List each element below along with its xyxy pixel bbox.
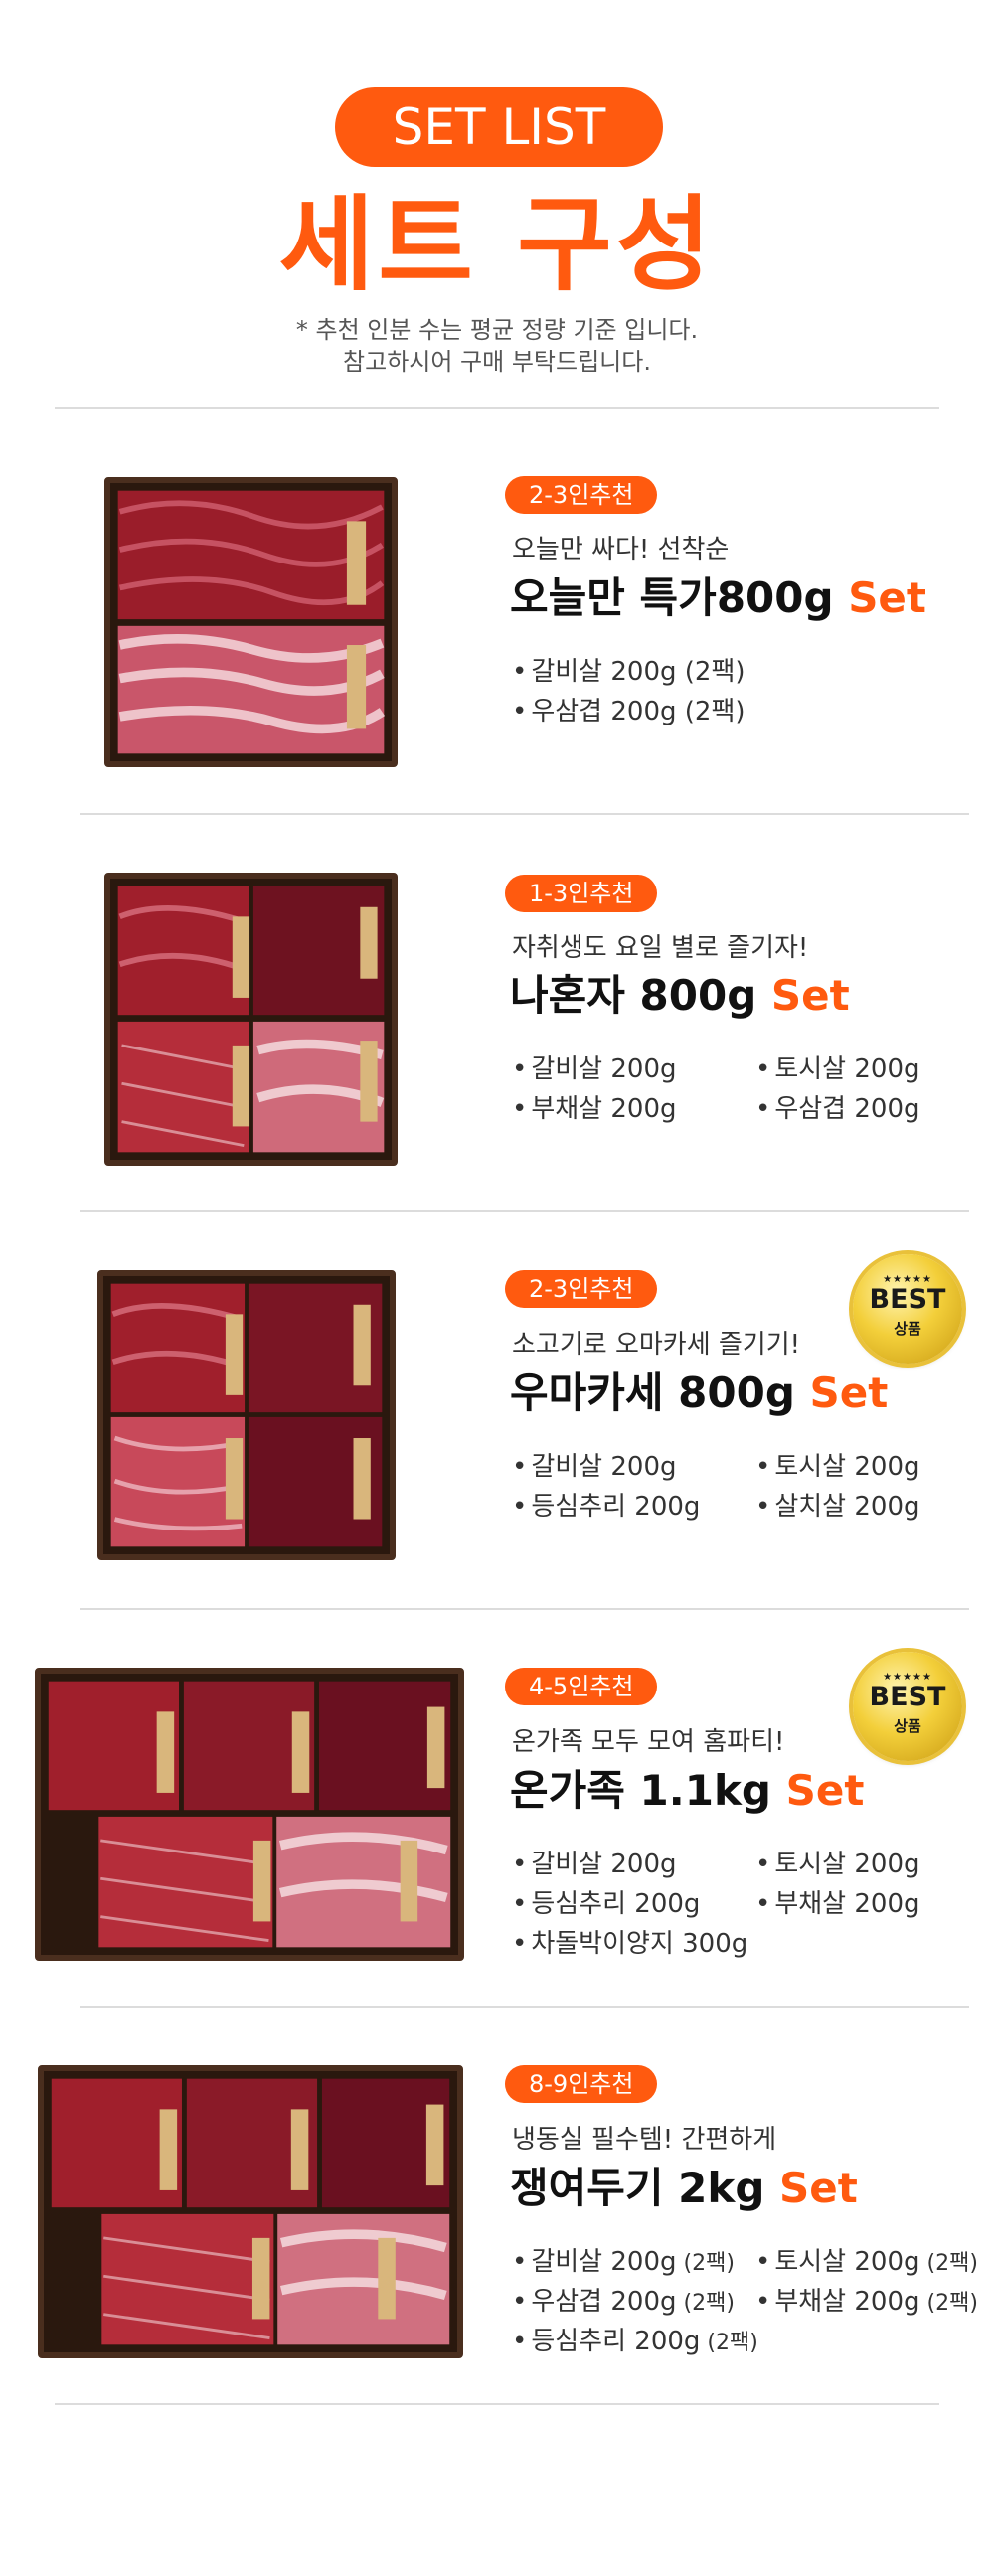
set-photo-5 <box>38 2065 463 2358</box>
serving-badge: 1-3인추천 <box>505 875 658 912</box>
divider <box>80 813 969 815</box>
best-sub: 상품 <box>894 1320 921 1338</box>
set-subtitle: 자취생도 요일 별로 즐기자! <box>512 933 809 963</box>
best-sub: 상품 <box>894 1717 921 1735</box>
best-word: BEST <box>869 1682 946 1712</box>
serving-note: * 추천 인분 수는 평균 정량 기준 입니다. <box>295 316 699 344</box>
divider <box>55 2403 939 2405</box>
set-item: 갈비살 200g <box>512 1048 676 1085</box>
set-subtitle: 냉동실 필수템! 간편하게 <box>512 2125 777 2155</box>
set-item: 갈비살 200g (2팩) <box>512 651 745 688</box>
set-item: 토시살 200g (2팩) <box>755 2241 978 2278</box>
divider <box>55 407 939 409</box>
set-title: 나혼자 800g Set <box>510 971 850 1020</box>
set-subtitle: 소고기로 오마카세 즐기기! <box>512 1330 801 1360</box>
divider <box>80 1210 969 1212</box>
set-list-pill: SET LIST <box>335 87 663 167</box>
set-item: 갈비살 200g <box>512 1446 676 1483</box>
set-subtitle: 온가족 모두 모여 홈파티! <box>512 1727 785 1757</box>
best-product-badge: ★★★★★ BEST 상품 <box>853 1652 962 1761</box>
set-item: 갈비살 200g (2팩) <box>512 2241 735 2278</box>
set-item: 우삼겹 200g (2팩) <box>512 691 745 727</box>
set-item: 토시살 200g <box>755 1048 919 1085</box>
serving-badge: 2-3인추천 <box>505 1270 658 1308</box>
set-item: 부채살 200g (2팩) <box>755 2281 978 2318</box>
set-photo-2 <box>104 873 398 1166</box>
set-title: 우마카세 800g Set <box>510 1368 889 1417</box>
best-word: BEST <box>869 1284 946 1315</box>
set-item: 토시살 200g <box>755 1446 919 1483</box>
purchase-note: 참고하시어 구매 부탁드립니다. <box>343 348 651 376</box>
set-item: 등심추리 200g <box>512 1486 700 1523</box>
set-title: 오늘만 특가800g Set <box>510 573 926 622</box>
set-item: 부채살 200g <box>512 1088 676 1125</box>
set-item: 살치살 200g <box>755 1486 919 1523</box>
set-subtitle: 오늘만 싸다! 선착순 <box>512 535 730 564</box>
set-photo-1 <box>104 477 398 767</box>
set-item: 차돌박이양지 300g <box>512 1923 747 1960</box>
set-item: 부채살 200g <box>755 1883 919 1920</box>
set-item: 우삼겹 200g <box>755 1088 919 1125</box>
serving-badge: 8-9인추천 <box>505 2065 658 2103</box>
divider <box>80 2006 969 2008</box>
set-item: 토시살 200g <box>755 1844 919 1880</box>
set-item: 우삼겹 200g (2팩) <box>512 2281 735 2318</box>
set-photo-3 <box>97 1270 396 1560</box>
serving-badge: 4-5인추천 <box>505 1668 658 1705</box>
set-title: 온가족 1.1kg Set <box>510 1766 865 1815</box>
set-title: 쟁여두기 2kg Set <box>510 2164 858 2212</box>
set-photo-4 <box>35 1668 464 1961</box>
set-item: 갈비살 200g <box>512 1844 676 1880</box>
set-item: 등심추리 200g <box>512 1883 700 1920</box>
divider <box>80 1608 969 1610</box>
page-title: 세트 구성 <box>278 184 716 305</box>
serving-badge: 2-3인추천 <box>505 476 658 514</box>
best-product-badge: ★★★★★ BEST 상품 <box>853 1254 962 1364</box>
set-item: 등심추리 200g (2팩) <box>512 2321 757 2357</box>
